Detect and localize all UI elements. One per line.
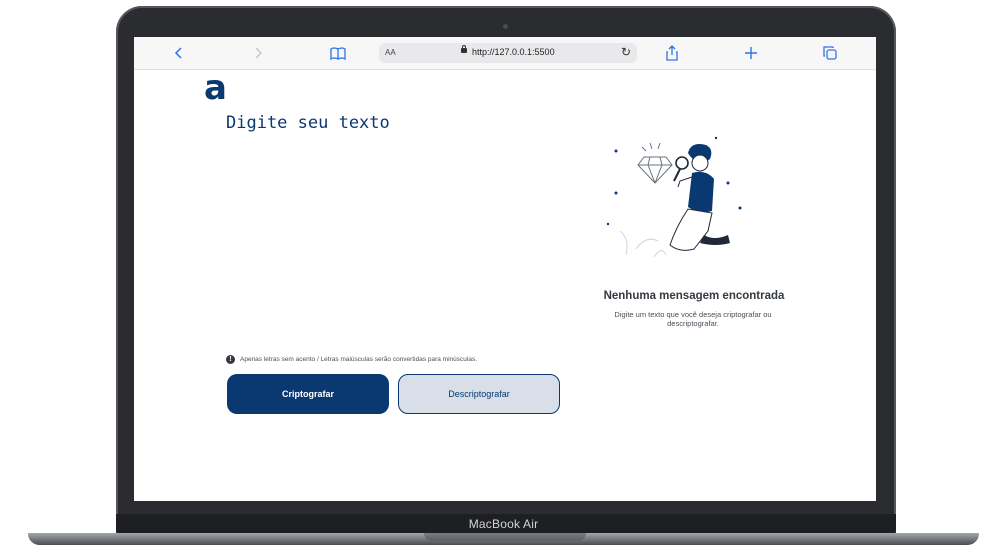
model-label: MacBook Air xyxy=(468,517,539,531)
tabs-icon xyxy=(823,46,837,60)
lock-icon xyxy=(461,45,467,53)
empty-state-description: Digite um texto que você deseja criptogr… xyxy=(614,310,772,329)
empty-state-title: Nenhuma mensagem encontrada xyxy=(603,290,785,302)
info-icon: ! xyxy=(226,355,235,364)
share-button[interactable] xyxy=(660,43,684,63)
encrypt-button[interactable]: Criptografar xyxy=(227,374,389,414)
alura-logo[interactable]: a xyxy=(204,71,227,105)
decrypt-button[interactable]: Descriptografar xyxy=(398,374,560,414)
bookmarks-button[interactable] xyxy=(326,43,350,63)
reader-button[interactable]: AA xyxy=(385,48,396,57)
new-tab-button[interactable] xyxy=(739,43,763,63)
reload-icon[interactable]: ↻ xyxy=(621,45,631,59)
forward-button[interactable] xyxy=(246,43,270,63)
browser-toolbar: AA http://127.0.0.1:5500 ↻ xyxy=(134,37,876,70)
screen: AA http://127.0.0.1:5500 ↻ a ! Apenas le… xyxy=(134,37,876,501)
url-text: http://127.0.0.1:5500 xyxy=(472,47,555,57)
camera xyxy=(503,24,508,29)
chevron-left-icon xyxy=(174,47,182,59)
address-bar[interactable]: AA http://127.0.0.1:5500 ↻ xyxy=(379,43,637,63)
hint: ! Apenas letras sem acento / Letras maiú… xyxy=(226,355,477,364)
share-icon xyxy=(666,45,678,61)
text-input[interactable] xyxy=(226,113,596,343)
chevron-right-icon xyxy=(255,47,263,59)
tabs-button[interactable] xyxy=(818,43,842,63)
back-button[interactable] xyxy=(167,43,191,63)
hint-text: Apenas letras sem acento / Letras maiúsc… xyxy=(240,356,478,363)
detective-illustration-icon xyxy=(606,136,742,258)
book-icon xyxy=(330,46,346,60)
plus-icon xyxy=(745,47,757,59)
laptop-notch xyxy=(424,533,586,541)
